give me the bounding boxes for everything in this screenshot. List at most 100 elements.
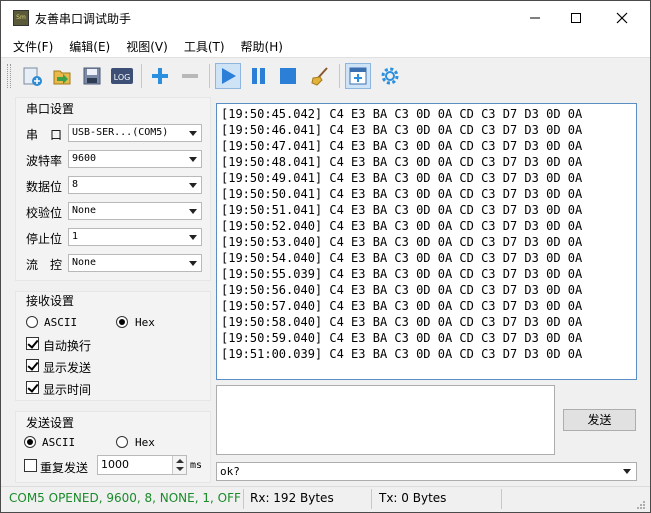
chevron-down-icon[interactable]: [176, 467, 184, 471]
maximize-button[interactable]: [553, 1, 599, 35]
chevron-up-icon[interactable]: [176, 459, 184, 463]
baud-label: 波特率: [26, 154, 63, 168]
flowcontrol-select[interactable]: None: [68, 254, 202, 272]
new-button[interactable]: [19, 63, 45, 89]
receive-line: [19:50:56.040] C4 E3 BA C3 0D 0A CD C3 D…: [221, 283, 583, 297]
clear-icon: [311, 67, 328, 86]
save-icon: [83, 67, 101, 85]
clear-button[interactable]: [307, 63, 333, 89]
resize-grip-icon[interactable]: [636, 500, 646, 510]
add-button[interactable]: [147, 63, 173, 89]
databits-select[interactable]: 8: [68, 176, 202, 194]
close-button[interactable]: [599, 1, 645, 35]
show-time-checkbox[interactable]: [26, 381, 39, 394]
send-hex-label: Hex: [135, 436, 155, 449]
toolbar: LOG: [1, 57, 650, 93]
maximize-icon: [571, 13, 581, 23]
port-label: 串 口: [26, 128, 63, 142]
parity-select[interactable]: None: [68, 202, 202, 220]
add-window-button[interactable]: [345, 63, 371, 89]
menu-view[interactable]: 视图(V): [120, 35, 174, 57]
chevron-down-icon: [189, 183, 197, 188]
chevron-down-icon: [189, 235, 197, 240]
port-select[interactable]: USB-SER...(COM5): [68, 124, 202, 142]
receive-textarea[interactable]: [19:50:45.042] C4 E3 BA C3 0D 0A CD C3 D…: [216, 103, 637, 380]
send-history-select[interactable]: ok?: [216, 462, 637, 481]
receive-line: [19:50:53.040] C4 E3 BA C3 0D 0A CD C3 D…: [221, 235, 583, 249]
send-history-value: ok?: [220, 465, 240, 478]
send-hex-radio[interactable]: [116, 436, 128, 448]
show-send-label: 显示发送: [43, 361, 92, 375]
receive-hex-radio[interactable]: [116, 316, 128, 328]
window-title: 友善串口调试助手: [35, 12, 132, 26]
play-button[interactable]: [215, 63, 241, 89]
menu-tools[interactable]: 工具(T): [178, 35, 231, 57]
databits-label: 数据位: [26, 180, 63, 194]
show-send-checkbox[interactable]: [26, 359, 39, 372]
serial-settings-title: 串口设置: [26, 102, 75, 116]
repeat-send-label: 重复发送: [40, 461, 89, 475]
parity-select-value: None: [72, 205, 97, 216]
log-icon-label: LOG: [114, 73, 131, 82]
remove-icon: [182, 74, 198, 78]
receive-ascii-radio[interactable]: [26, 316, 38, 328]
app-logo-icon: Sm: [13, 10, 29, 26]
receive-line: [19:50:48.041] C4 E3 BA C3 0D 0A CD C3 D…: [221, 155, 583, 169]
status-divider: [501, 489, 502, 509]
settings-button[interactable]: [377, 63, 403, 89]
send-textarea[interactable]: [216, 385, 555, 455]
close-icon: [616, 12, 628, 24]
title-bar[interactable]: Sm 友善串口调试助手: [1, 1, 650, 35]
menu-edit[interactable]: 编辑(E): [63, 35, 116, 57]
stopbits-select[interactable]: 1: [68, 228, 202, 246]
receive-line: [19:50:51.041] C4 E3 BA C3 0D 0A CD C3 D…: [221, 203, 583, 217]
menu-help[interactable]: 帮助(H): [235, 35, 289, 57]
remove-button[interactable]: [177, 63, 203, 89]
send-button[interactable]: 发送: [563, 409, 636, 431]
chevron-down-icon: [189, 209, 197, 214]
receive-line: [19:50:54.040] C4 E3 BA C3 0D 0A CD C3 D…: [221, 251, 583, 265]
repeat-interval-unit: ms: [190, 460, 203, 471]
receive-settings-group: 接收设置 ASCII Hex 自动换行 显示发送 显示时间: [15, 291, 211, 401]
chevron-down-icon: [189, 131, 197, 136]
save-button[interactable]: [79, 63, 105, 89]
minimize-button[interactable]: [512, 1, 558, 35]
baud-select[interactable]: 9600: [68, 150, 202, 168]
pause-button[interactable]: [245, 63, 271, 89]
toolbar-grip[interactable]: [7, 64, 11, 88]
auto-wrap-label: 自动换行: [43, 339, 92, 353]
receive-line: [19:50:52.040] C4 E3 BA C3 0D 0A CD C3 D…: [221, 219, 583, 233]
stop-button[interactable]: [275, 63, 301, 89]
open-icon: [53, 70, 71, 85]
auto-wrap-checkbox[interactable]: [26, 337, 39, 350]
send-ascii-radio[interactable]: [24, 436, 36, 448]
log-icon: LOG: [111, 68, 133, 84]
receive-line: [19:51:00.039] C4 E3 BA C3 0D 0A CD C3 D…: [221, 347, 583, 361]
port-status: COM5 OPENED, 9600, 8, NONE, 1, OFF: [9, 491, 241, 505]
menu-file[interactable]: 文件(F): [7, 35, 59, 57]
new-icon: [23, 67, 42, 86]
parity-label: 校验位: [26, 206, 63, 220]
show-time-label: 显示时间: [43, 383, 92, 397]
repeat-interval-value: 1000: [101, 458, 129, 471]
send-settings-title: 发送设置: [26, 416, 75, 430]
status-divider: [371, 489, 372, 509]
flowcontrol-label: 流 控: [26, 258, 63, 272]
chevron-down-icon: [623, 469, 631, 474]
port-select-value: USB-SER...(COM5): [72, 127, 169, 138]
stopbits-label: 停止位: [26, 232, 63, 246]
app-window: Sm 友善串口调试助手 文件(F) 编辑(E) 视图(V) 工具(T) 帮助(H…: [0, 0, 651, 513]
add-window-icon: [349, 67, 367, 85]
receive-line: [19:50:46.041] C4 E3 BA C3 0D 0A CD C3 D…: [221, 123, 583, 137]
repeat-interval-spinner[interactable]: 1000: [97, 455, 187, 475]
log-button[interactable]: LOG: [109, 63, 135, 89]
receive-line: [19:50:49.041] C4 E3 BA C3 0D 0A CD C3 D…: [221, 171, 583, 185]
baud-select-value: 9600: [72, 153, 97, 164]
toolbar-separator: [339, 64, 340, 88]
receive-line: [19:50:59.040] C4 E3 BA C3 0D 0A CD C3 D…: [221, 331, 583, 345]
flowcontrol-select-value: None: [72, 257, 97, 268]
repeat-send-checkbox[interactable]: [24, 459, 37, 472]
spinner-buttons[interactable]: [172, 456, 186, 474]
status-divider: [243, 489, 244, 509]
open-button[interactable]: [49, 63, 75, 89]
